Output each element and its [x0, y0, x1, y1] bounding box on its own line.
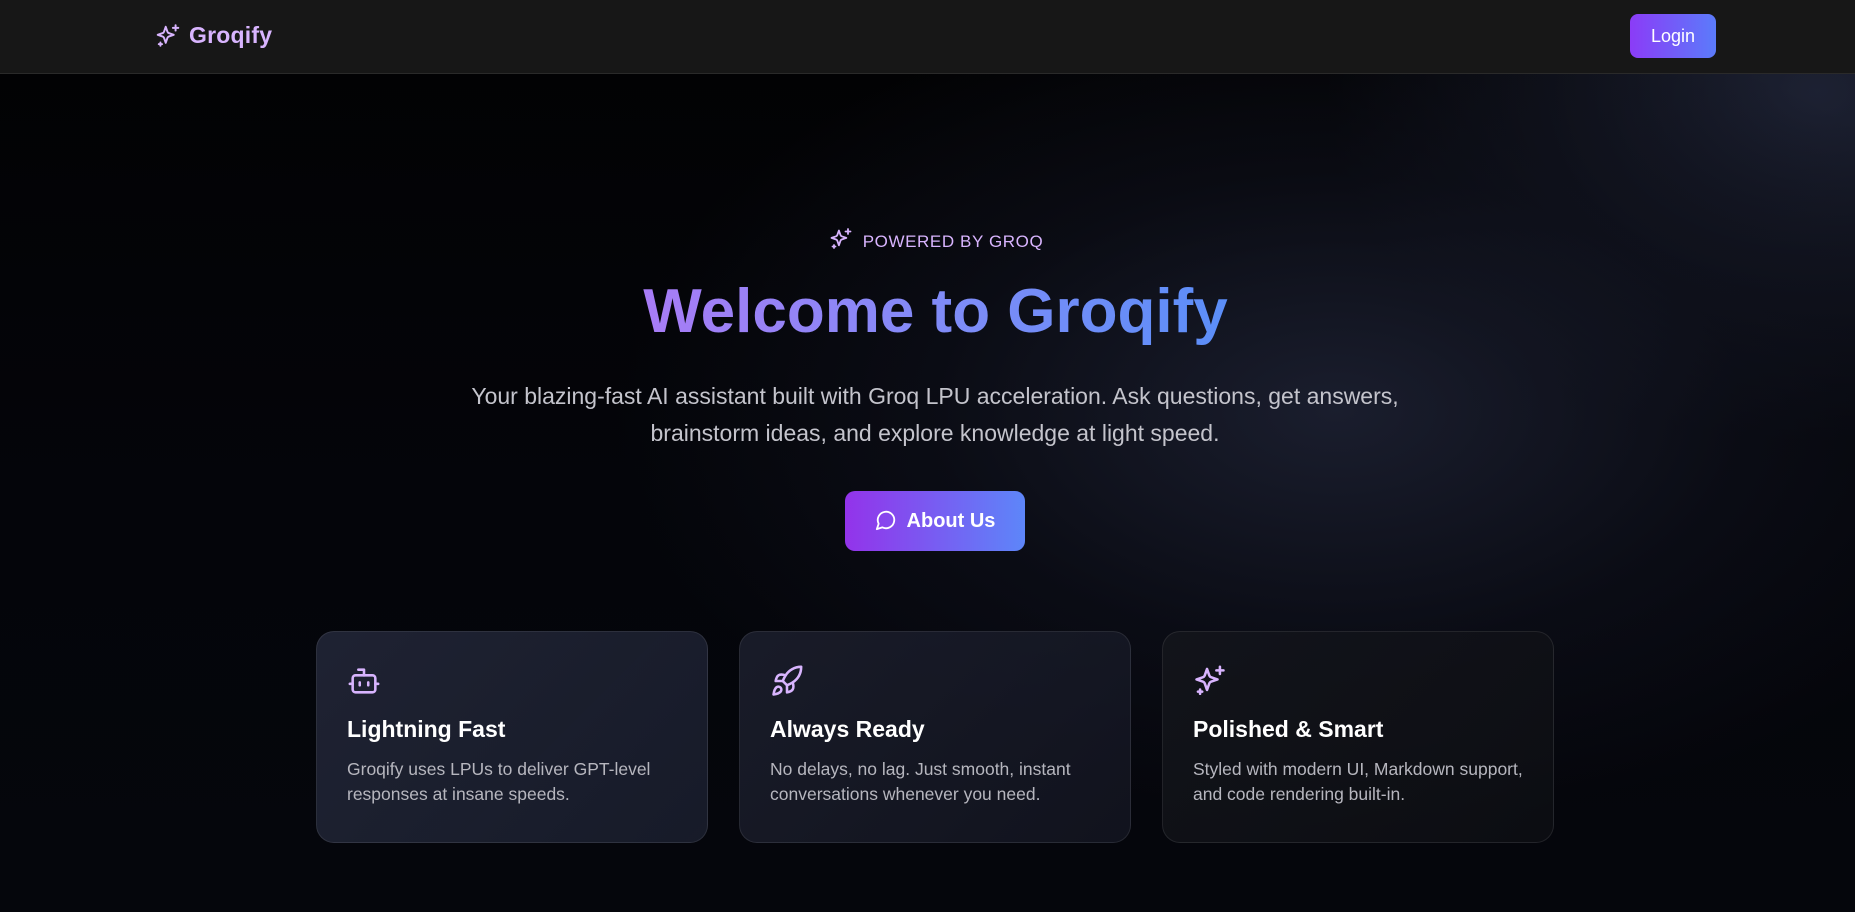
hero-title: Welcome to Groqify	[0, 272, 1855, 352]
powered-by-badge: POWERED BY GROQ	[0, 227, 1855, 256]
hero-title-text: Welcome to Groqify	[643, 277, 1228, 346]
feature-description: Styled with modern UI, Markdown support,…	[1193, 759, 1523, 804]
about-us-label: About Us	[906, 509, 996, 532]
sparkles-icon	[155, 23, 181, 49]
feature-card: Polished & Smart Styled with modern UI, …	[1162, 631, 1554, 843]
brand-logo[interactable]: Groqify	[155, 22, 272, 49]
hero-subtitle: Your blazing-fast AI assistant built wit…	[471, 383, 1399, 446]
rocket-icon	[770, 664, 1100, 696]
eyebrow-text: POWERED BY GROQ	[862, 231, 1044, 251]
feature-title: Always Ready	[770, 716, 925, 742]
top-navbar: Groqify Login	[0, 0, 1855, 74]
feature-card: Always Ready No delays, no lag. Just smo…	[739, 631, 1131, 843]
bot-icon	[347, 664, 677, 696]
sparkles-icon	[829, 227, 853, 256]
feature-card: Lightning Fast Groqify uses LPUs to deli…	[316, 631, 708, 843]
sparkles-icon	[1193, 664, 1523, 696]
message-circle-icon	[875, 509, 897, 534]
login-button[interactable]: Login	[1630, 14, 1716, 58]
feature-description: Groqify uses LPUs to deliver GPT-level r…	[347, 759, 651, 804]
about-us-button[interactable]: About Us	[845, 491, 1025, 551]
brand-name: Groqify	[189, 22, 273, 48]
page: Groqify Login POWERED BY GROQ Welcome to…	[0, 0, 1855, 912]
feature-title: Lightning Fast	[347, 716, 506, 742]
feature-description: No delays, no lag. Just smooth, instant …	[770, 759, 1071, 804]
feature-title: Polished & Smart	[1193, 716, 1384, 742]
